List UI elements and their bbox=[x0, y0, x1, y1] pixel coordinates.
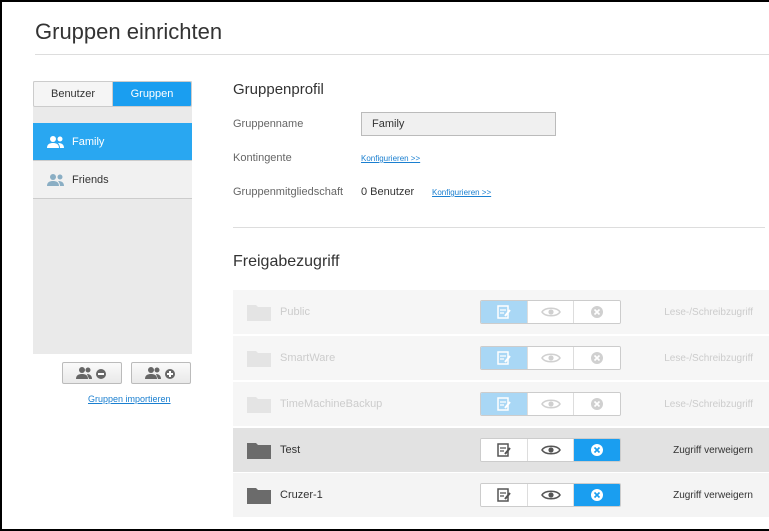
read-only-button[interactable] bbox=[526, 393, 574, 415]
add-group-button[interactable] bbox=[131, 362, 191, 384]
read-only-button[interactable] bbox=[526, 347, 574, 369]
permission-toggle bbox=[480, 483, 621, 507]
share-access-status: Zugriff verweigern bbox=[673, 489, 753, 501]
share-row: Cruzer-1 Zugriff verweigern bbox=[233, 473, 769, 517]
share-row: TimeMachineBackup Lese-/Schreibzugriff bbox=[233, 382, 769, 426]
read-only-icon bbox=[540, 399, 561, 409]
remove-group-icon bbox=[76, 367, 106, 379]
share-access-status: Lese-/Schreibzugriff bbox=[664, 398, 753, 410]
deny-icon bbox=[591, 489, 604, 501]
share-name: Public bbox=[280, 306, 310, 318]
membership-configure-link[interactable]: Konfigurieren >> bbox=[432, 188, 491, 197]
folder-icon bbox=[247, 397, 271, 413]
share-access-status: Lese-/Schreibzugriff bbox=[664, 352, 753, 364]
read-only-icon bbox=[540, 353, 561, 363]
group-name-field[interactable] bbox=[361, 112, 556, 136]
read-write-button[interactable] bbox=[481, 347, 527, 369]
read-write-button[interactable] bbox=[481, 301, 527, 323]
folder-icon bbox=[247, 351, 271, 367]
read-only-button[interactable] bbox=[526, 484, 574, 506]
folder-icon bbox=[247, 443, 271, 459]
membership-value: 0 Benutzer bbox=[361, 186, 415, 198]
read-write-icon bbox=[497, 305, 511, 319]
group-label: Friends bbox=[72, 173, 109, 186]
group-name-label: Gruppenname bbox=[233, 118, 304, 130]
read-write-icon bbox=[497, 351, 511, 365]
read-write-icon bbox=[497, 443, 511, 457]
share-access-heading: Freigabezugriff bbox=[233, 253, 340, 270]
share-row: Test Zugriff verweigern bbox=[233, 428, 769, 472]
read-write-icon bbox=[497, 397, 511, 411]
user-group-icon bbox=[47, 173, 64, 186]
remove-group-button[interactable] bbox=[62, 362, 122, 384]
quota-label: Kontingente bbox=[233, 152, 292, 164]
read-write-button[interactable] bbox=[481, 484, 527, 506]
share-name: Cruzer-1 bbox=[280, 489, 323, 501]
share-access-status: Lese-/Schreibzugriff bbox=[664, 306, 753, 318]
permission-toggle bbox=[480, 438, 621, 462]
deny-button[interactable] bbox=[573, 301, 620, 323]
read-only-button[interactable] bbox=[526, 439, 574, 461]
read-write-button[interactable] bbox=[481, 439, 527, 461]
tab-groups[interactable]: Gruppen bbox=[113, 82, 191, 106]
title-divider bbox=[35, 54, 769, 55]
group-item-friends[interactable]: Friends bbox=[33, 161, 192, 199]
share-row: Public Lese-/Schreibzugriff bbox=[233, 290, 769, 334]
group-item-family[interactable]: Family bbox=[33, 123, 192, 161]
import-groups-link[interactable]: Gruppen importieren bbox=[88, 394, 171, 404]
deny-button[interactable] bbox=[573, 393, 620, 415]
membership-label: Gruppenmitgliedschaft bbox=[233, 186, 344, 198]
user-group-icon bbox=[47, 135, 64, 148]
deny-icon bbox=[591, 398, 604, 410]
user-group-toggle: Benutzer Gruppen bbox=[33, 81, 192, 107]
share-access-status: Zugriff verweigern bbox=[673, 444, 753, 456]
share-name: Test bbox=[280, 444, 301, 456]
read-only-icon bbox=[540, 307, 561, 317]
share-row: SmartWare Lese-/Schreibzugriff bbox=[233, 336, 769, 380]
deny-icon bbox=[591, 306, 604, 318]
tab-users[interactable]: Benutzer bbox=[34, 82, 113, 106]
deny-icon bbox=[591, 352, 604, 364]
page-title: Gruppen einrichten bbox=[35, 19, 223, 44]
section-divider bbox=[233, 227, 765, 228]
folder-icon bbox=[247, 305, 271, 321]
deny-button[interactable] bbox=[573, 439, 620, 461]
read-write-button[interactable] bbox=[481, 393, 527, 415]
share-name: SmartWare bbox=[280, 352, 336, 364]
read-only-icon bbox=[540, 445, 561, 455]
permission-toggle bbox=[480, 346, 621, 370]
group-list: Family Friends bbox=[33, 123, 192, 199]
permission-toggle bbox=[480, 300, 621, 324]
deny-button[interactable] bbox=[573, 347, 620, 369]
deny-icon bbox=[591, 444, 604, 456]
permission-toggle bbox=[480, 392, 621, 416]
group-label: Family bbox=[72, 135, 105, 148]
quota-configure-link[interactable]: Konfigurieren >> bbox=[361, 154, 420, 163]
deny-button[interactable] bbox=[573, 484, 620, 506]
folder-icon bbox=[247, 488, 271, 504]
share-name: TimeMachineBackup bbox=[280, 398, 383, 410]
read-only-button[interactable] bbox=[526, 301, 574, 323]
sidebar bbox=[33, 81, 192, 354]
read-write-icon bbox=[497, 488, 511, 502]
add-group-icon bbox=[145, 367, 175, 379]
read-only-icon bbox=[540, 490, 561, 500]
profile-heading: Gruppenprofil bbox=[233, 81, 324, 98]
